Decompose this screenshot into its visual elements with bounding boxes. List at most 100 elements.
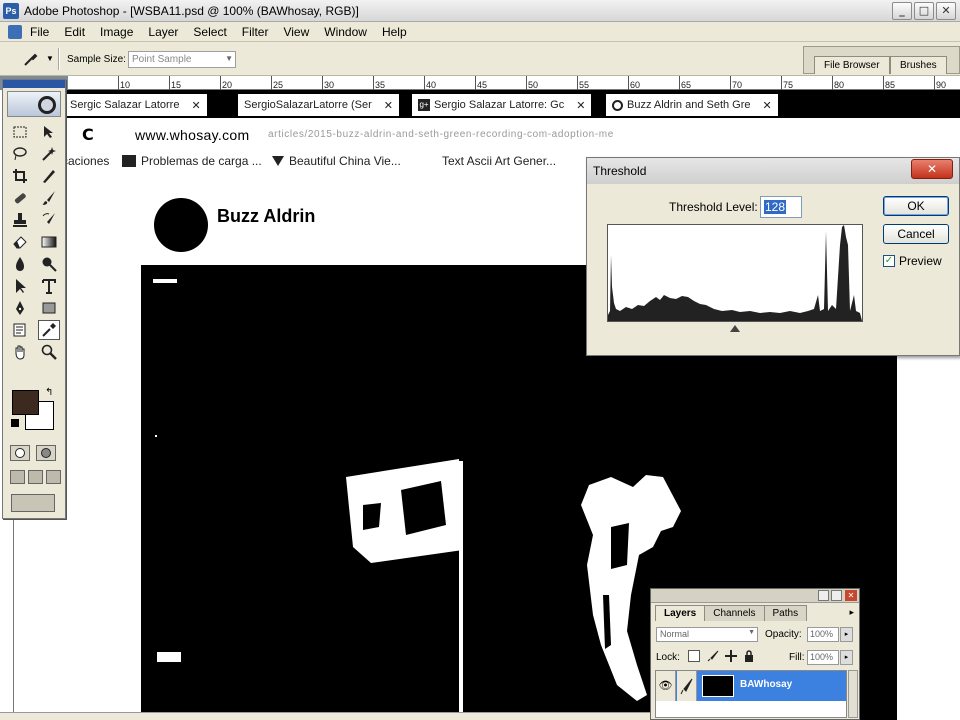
ok-button[interactable]: OK (883, 196, 949, 216)
close-button[interactable]: ✕ (936, 2, 956, 20)
menu-select[interactable]: Select (193, 25, 226, 39)
notes-icon[interactable] (9, 320, 31, 340)
close-icon[interactable]: ✕ (384, 99, 393, 112)
type-icon[interactable] (38, 276, 60, 296)
full-screen-menu-mode-icon[interactable] (28, 470, 43, 484)
cancel-button[interactable]: Cancel (883, 224, 949, 244)
minimize-button[interactable]: _ (892, 2, 912, 20)
ruler-tick: 25 (273, 80, 284, 90)
tool-preset-arrow-icon[interactable]: ▼ (46, 54, 54, 63)
brush-icon[interactable] (38, 188, 60, 208)
tab-file-browser[interactable]: File Browser (814, 56, 890, 74)
shape-icon[interactable] (38, 298, 60, 318)
threshold-slider-handle[interactable] (730, 325, 740, 332)
menu-file[interactable]: File (30, 25, 49, 39)
blur-icon[interactable] (9, 254, 31, 274)
browser-tab[interactable]: SergioSalazarLatorre (Ser ✕ (238, 94, 400, 116)
eye-icon[interactable]: 👁 (656, 671, 676, 701)
browser-tab[interactable]: Buzz Aldrin and Seth Gre ✕ (606, 94, 778, 116)
magic-wand-icon[interactable] (38, 144, 60, 164)
gradient-icon[interactable] (38, 232, 60, 252)
toolbox-titlebar[interactable] (3, 80, 65, 88)
reload-icon[interactable]: C (82, 125, 94, 144)
slice-icon[interactable] (38, 166, 60, 186)
bookmark-item[interactable]: Text Ascii Art Gener... (442, 154, 556, 168)
bookmark-item[interactable]: caciones (62, 154, 109, 168)
eyedropper-tool-preset-icon[interactable] (22, 50, 40, 68)
palette-menu-icon[interactable]: ▸ (849, 607, 854, 618)
menu-help[interactable]: Help (382, 25, 407, 39)
minimize-palette-icon[interactable] (818, 590, 829, 601)
maximize-button[interactable]: □ (914, 2, 934, 20)
maximize-palette-icon[interactable] (831, 590, 842, 601)
lock-transparency-icon[interactable] (688, 650, 700, 662)
dialog-titlebar[interactable]: Threshold ✕ (587, 158, 959, 184)
palette-titlebar[interactable]: ✕ (651, 589, 859, 603)
blend-mode-select[interactable]: Normal ▼ (656, 627, 758, 642)
dodge-icon[interactable] (38, 254, 60, 274)
layer-row[interactable]: 👁 BAWhosay (656, 671, 846, 701)
sample-size-value: Point Sample (132, 54, 192, 65)
url-host[interactable]: www.whosay.com (135, 127, 249, 143)
tab-paths[interactable]: Paths (763, 605, 808, 621)
standard-mode-icon[interactable] (10, 445, 30, 461)
preview-toggle[interactable]: ✓ Preview (883, 254, 942, 268)
tab-channels[interactable]: Channels (704, 605, 765, 621)
eyedropper-icon[interactable] (38, 320, 60, 340)
close-icon[interactable]: ✕ (763, 99, 772, 112)
eraser-icon[interactable] (9, 232, 31, 252)
opacity-slider-arrow-icon[interactable]: ▸ (840, 627, 853, 642)
bookmark-item[interactable]: Beautiful China Vie... (272, 154, 401, 168)
lock-image-icon[interactable] (707, 650, 719, 662)
path-select-icon[interactable] (9, 276, 31, 296)
fill-slider-arrow-icon[interactable]: ▸ (840, 650, 853, 665)
lock-position-icon[interactable] (725, 650, 737, 662)
menu-view[interactable]: View (283, 25, 309, 39)
threshold-level-input[interactable]: 128 (760, 196, 802, 218)
close-icon[interactable]: ✕ (191, 99, 200, 112)
dialog-close-button[interactable]: ✕ (911, 159, 953, 179)
canvas-horizontal-scrollbar[interactable] (0, 712, 650, 720)
zoom-icon[interactable] (38, 342, 60, 362)
layer-list-scrollbar[interactable] (848, 670, 858, 718)
hand-icon[interactable] (9, 342, 31, 362)
tab-brushes[interactable]: Brushes (890, 56, 947, 74)
standard-screen-mode-icon[interactable] (10, 470, 25, 484)
preview-checkbox[interactable]: ✓ (883, 255, 895, 267)
adobe-online-logo-icon[interactable] (7, 91, 61, 117)
layer-name[interactable]: BAWhosay (740, 679, 792, 690)
swap-colors-icon[interactable]: ↰ (45, 387, 53, 398)
document-icon[interactable] (8, 25, 22, 39)
pen-icon[interactable] (9, 298, 31, 318)
lock-all-icon[interactable] (743, 650, 755, 662)
bookmark-item[interactable]: Problemas de carga ... (122, 154, 262, 168)
browser-tab[interactable]: Sergic Salazar Latorre ✕ (64, 94, 207, 116)
menu-layer[interactable]: Layer (148, 25, 178, 39)
full-screen-mode-icon[interactable] (46, 470, 61, 484)
tab-layers[interactable]: Layers (655, 605, 706, 621)
lasso-icon[interactable] (9, 144, 31, 164)
layer-brush-icon[interactable] (677, 671, 697, 701)
opacity-input[interactable]: 100% (807, 627, 839, 642)
menu-filter[interactable]: Filter (242, 25, 269, 39)
quick-mask-mode-icon[interactable] (36, 445, 56, 461)
jump-to-imageready-icon[interactable] (11, 494, 55, 512)
menu-window[interactable]: Window (324, 25, 367, 39)
sample-size-select[interactable]: Point Sample ▼ (128, 51, 236, 68)
marquee-icon[interactable] (9, 122, 31, 142)
clone-stamp-icon[interactable] (9, 210, 31, 230)
browser-tab[interactable]: g+ Sergio Salazar Latorre: Gc ✕ (412, 94, 592, 116)
url-path[interactable]: articles/2015-buzz-aldrin-and-seth-green… (268, 129, 614, 140)
menu-edit[interactable]: Edit (64, 25, 85, 39)
healing-brush-icon[interactable] (9, 188, 31, 208)
crop-icon[interactable] (9, 166, 31, 186)
move-icon[interactable] (38, 122, 60, 142)
fill-input[interactable]: 100% (807, 650, 839, 665)
history-brush-icon[interactable] (38, 210, 60, 230)
default-colors-icon[interactable] (11, 419, 19, 427)
foreground-color-swatch[interactable] (12, 390, 39, 415)
close-palette-icon[interactable]: ✕ (845, 590, 857, 601)
menu-image[interactable]: Image (100, 25, 133, 39)
close-icon[interactable]: ✕ (576, 99, 585, 112)
layer-thumbnail[interactable] (702, 675, 734, 697)
